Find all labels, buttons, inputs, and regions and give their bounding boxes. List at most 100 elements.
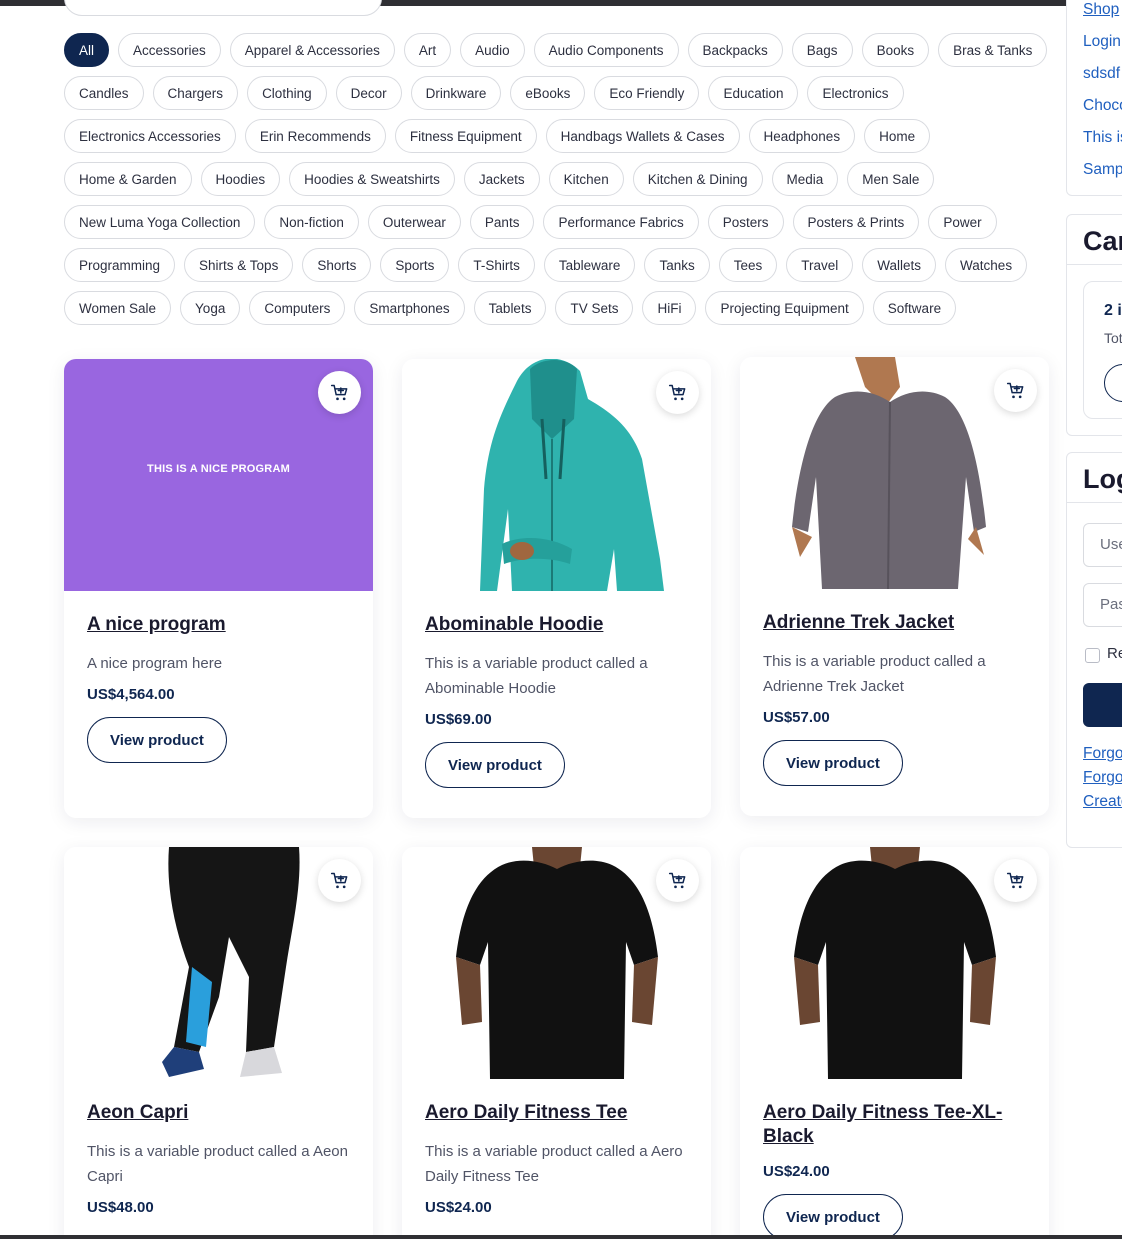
- filter-chip[interactable]: Accessories: [118, 33, 221, 67]
- view-product-button[interactable]: View product: [763, 1194, 903, 1239]
- view-product-button[interactable]: View product: [425, 742, 565, 788]
- filter-chip[interactable]: New Luma Yoga Collection: [64, 205, 256, 239]
- filter-chip[interactable]: Tees: [718, 248, 778, 282]
- filter-chip[interactable]: Electronics: [807, 76, 904, 110]
- forgot-username-link[interactable]: Forgo: [1083, 745, 1122, 763]
- sidebar-link[interactable]: sdsdf: [1067, 58, 1122, 90]
- filter-chip[interactable]: TV Sets: [555, 291, 634, 325]
- product-title[interactable]: Aero Daily Fitness Tee-XL-Black: [763, 1101, 1026, 1149]
- filter-chip[interactable]: Apparel & Accessories: [229, 33, 395, 67]
- filter-chip[interactable]: Media: [771, 162, 839, 196]
- filter-chip[interactable]: All: [64, 33, 110, 67]
- filter-chip[interactable]: Pants: [469, 205, 535, 239]
- filter-chip[interactable]: Travel: [786, 248, 854, 282]
- product-title[interactable]: Aeon Capri: [87, 1101, 350, 1125]
- filter-chip[interactable]: Sports: [380, 248, 450, 282]
- product-title[interactable]: Aero Daily Fitness Tee: [425, 1101, 688, 1125]
- product-title[interactable]: A nice program: [87, 613, 350, 637]
- password-field[interactable]: Pas: [1083, 583, 1122, 627]
- filter-chip[interactable]: Hoodies: [200, 162, 281, 196]
- filter-chip[interactable]: Projecting Equipment: [705, 291, 864, 325]
- product-image[interactable]: [402, 847, 711, 1079]
- filter-chip[interactable]: Electronics Accessories: [64, 119, 236, 153]
- filter-chip[interactable]: Candles: [64, 76, 144, 110]
- filter-chip[interactable]: Watches: [945, 248, 1028, 282]
- product-image[interactable]: [740, 847, 1049, 1079]
- add-to-cart-button[interactable]: [994, 859, 1037, 902]
- filter-chip[interactable]: Non-fiction: [264, 205, 359, 239]
- filter-chip[interactable]: Tablets: [473, 291, 547, 325]
- product-image[interactable]: THIS IS A NICE PROGRAM: [64, 359, 373, 591]
- product-image[interactable]: [740, 357, 1049, 589]
- filter-chip[interactable]: Smartphones: [354, 291, 465, 325]
- filter-chip[interactable]: Headphones: [748, 119, 856, 153]
- filter-chip[interactable]: Performance Fabrics: [543, 205, 699, 239]
- filter-chip[interactable]: Handbags Wallets & Cases: [545, 119, 740, 153]
- filter-chip[interactable]: Posters & Prints: [792, 205, 920, 239]
- filter-chip[interactable]: Women Sale: [64, 291, 172, 325]
- filter-chip[interactable]: Clothing: [247, 76, 327, 110]
- sidebar-link[interactable]: Samp: [1067, 154, 1122, 186]
- filter-chip[interactable]: Posters: [707, 205, 784, 239]
- filter-chip[interactable]: Erin Recommends: [244, 119, 386, 153]
- filter-chip[interactable]: Art: [403, 33, 452, 67]
- product-title[interactable]: Abominable Hoodie: [425, 613, 688, 637]
- add-to-cart-button[interactable]: [318, 371, 361, 414]
- filter-chip[interactable]: eBooks: [510, 76, 586, 110]
- filter-chip[interactable]: Outerwear: [367, 205, 461, 239]
- product-description: This is a variable product called a Adri…: [763, 653, 986, 695]
- view-cart-button[interactable]: [1104, 364, 1122, 402]
- filter-chip[interactable]: T-Shirts: [458, 248, 535, 282]
- filter-chip[interactable]: Fitness Equipment: [394, 119, 537, 153]
- filter-chip[interactable]: Bags: [791, 33, 853, 67]
- filter-chip[interactable]: Tanks: [644, 248, 710, 282]
- filter-chip[interactable]: Programming: [64, 248, 176, 282]
- view-product-button[interactable]: View product: [87, 717, 227, 763]
- filter-chip[interactable]: Decor: [335, 76, 402, 110]
- filter-chip[interactable]: Men Sale: [847, 162, 935, 196]
- filter-chip[interactable]: Home: [864, 119, 931, 153]
- product-title[interactable]: Adrienne Trek Jacket: [763, 611, 1026, 635]
- sidebar-link[interactable]: This is: [1067, 122, 1122, 154]
- add-to-cart-button[interactable]: [656, 859, 699, 902]
- filter-chip[interactable]: Bras & Tanks: [938, 33, 1048, 67]
- create-account-link[interactable]: Create: [1083, 793, 1122, 811]
- filter-chip[interactable]: Drinkware: [410, 76, 502, 110]
- forgot-password-link[interactable]: Forgo: [1083, 769, 1122, 787]
- sidebar-link[interactable]: Shop: [1067, 0, 1122, 26]
- filter-chip[interactable]: Shirts & Tops: [184, 248, 294, 282]
- filter-chip[interactable]: Kitchen & Dining: [632, 162, 763, 196]
- filter-chip[interactable]: Education: [708, 76, 799, 110]
- cart-plus-icon: [1006, 382, 1023, 398]
- filter-chip[interactable]: Home & Garden: [64, 162, 192, 196]
- username-field[interactable]: Use: [1083, 523, 1122, 567]
- filter-chip[interactable]: Audio Components: [533, 33, 679, 67]
- add-to-cart-button[interactable]: [656, 371, 699, 414]
- search-input[interactable]: [64, 0, 382, 16]
- product-image[interactable]: [64, 847, 373, 1079]
- filter-chip[interactable]: HiFi: [642, 291, 697, 325]
- filter-chip[interactable]: Eco Friendly: [594, 76, 700, 110]
- product-image[interactable]: [402, 359, 711, 591]
- filter-chip[interactable]: Kitchen: [548, 162, 624, 196]
- filter-chip[interactable]: Chargers: [152, 76, 239, 110]
- login-button[interactable]: [1083, 683, 1122, 727]
- filter-chip[interactable]: Software: [872, 291, 957, 325]
- add-to-cart-button[interactable]: [994, 369, 1037, 412]
- add-to-cart-button[interactable]: [318, 859, 361, 902]
- filter-chip[interactable]: Wallets: [862, 248, 937, 282]
- filter-chip[interactable]: Computers: [249, 291, 346, 325]
- filter-chip[interactable]: Jackets: [463, 162, 540, 196]
- filter-chip[interactable]: Tableware: [543, 248, 636, 282]
- filter-chip[interactable]: Shorts: [302, 248, 372, 282]
- view-product-button[interactable]: View product: [763, 740, 903, 786]
- filter-chip[interactable]: Power: [928, 205, 997, 239]
- filter-chip[interactable]: Books: [861, 33, 930, 67]
- remember-checkbox[interactable]: [1085, 648, 1100, 663]
- filter-chip[interactable]: Yoga: [180, 291, 241, 325]
- filter-chip[interactable]: Hoodies & Sweatshirts: [289, 162, 455, 196]
- sidebar-link[interactable]: Login: [1067, 26, 1122, 58]
- filter-chip[interactable]: Backpacks: [687, 33, 783, 67]
- filter-chip[interactable]: Audio: [460, 33, 525, 67]
- sidebar-link[interactable]: Choco: [1067, 90, 1122, 122]
